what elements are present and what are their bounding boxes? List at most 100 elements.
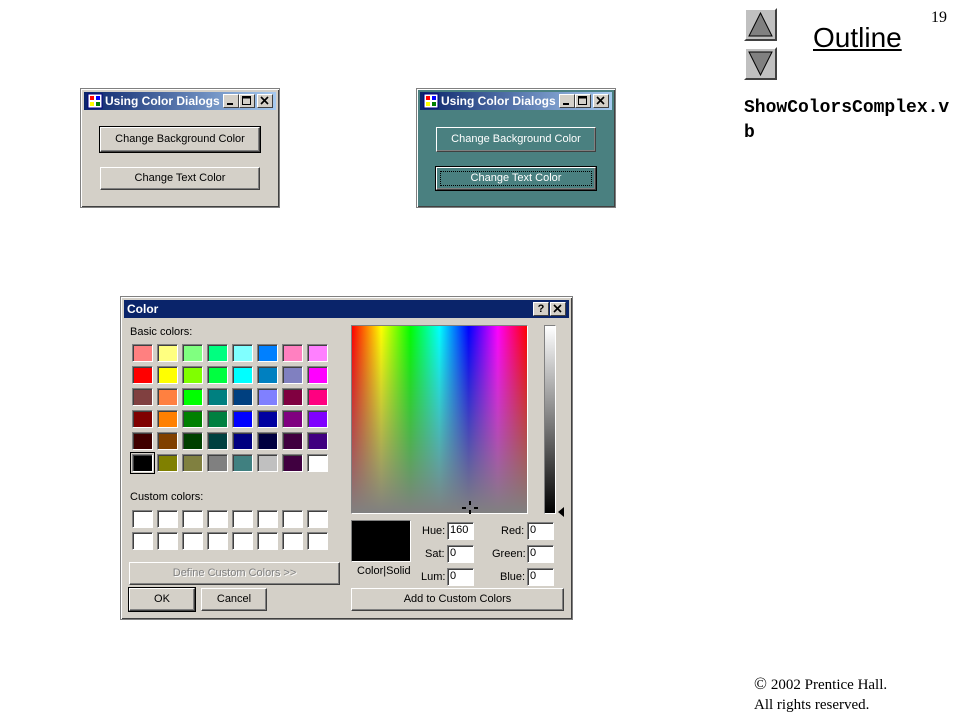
- minimize-button[interactable]: [223, 94, 239, 108]
- window-titlebar[interactable]: Using Color Dialogs: [420, 92, 612, 110]
- basic-color-swatch[interactable]: [307, 432, 328, 450]
- custom-color-swatch[interactable]: [157, 532, 178, 550]
- basic-color-swatch[interactable]: [157, 454, 178, 472]
- basic-color-swatch[interactable]: [157, 410, 178, 428]
- basic-color-swatch[interactable]: [207, 388, 228, 406]
- close-icon: [260, 96, 269, 105]
- custom-color-swatch[interactable]: [207, 510, 228, 528]
- hue-input[interactable]: 160: [447, 522, 474, 540]
- basic-color-swatch[interactable]: [232, 366, 253, 384]
- red-input[interactable]: 0: [527, 522, 554, 540]
- basic-color-swatch[interactable]: [232, 432, 253, 450]
- custom-color-swatch[interactable]: [307, 532, 328, 550]
- green-input[interactable]: 0: [527, 545, 554, 563]
- close-button[interactable]: [593, 94, 609, 108]
- basic-color-swatch[interactable]: [257, 410, 278, 428]
- basic-color-swatch[interactable]: [157, 432, 178, 450]
- basic-color-swatch[interactable]: [157, 344, 178, 362]
- basic-color-swatch[interactable]: [132, 344, 153, 362]
- next-slide-button[interactable]: [744, 47, 777, 80]
- basic-color-swatch[interactable]: [257, 366, 278, 384]
- close-button[interactable]: [257, 94, 273, 108]
- basic-color-swatch[interactable]: [182, 344, 203, 362]
- previous-slide-button[interactable]: [744, 8, 777, 41]
- basic-color-swatch[interactable]: [257, 454, 278, 472]
- color-spectrum[interactable]: [351, 325, 528, 514]
- custom-color-swatch[interactable]: [232, 532, 253, 550]
- define-custom-colors-button[interactable]: Define Custom Colors >>: [129, 562, 340, 585]
- blue-input[interactable]: 0: [527, 568, 554, 586]
- basic-color-swatch[interactable]: [257, 344, 278, 362]
- ok-button[interactable]: OK: [128, 587, 196, 612]
- basic-color-swatch[interactable]: [307, 454, 328, 472]
- custom-color-swatch[interactable]: [307, 510, 328, 528]
- luminance-bar[interactable]: [544, 325, 556, 514]
- custom-color-swatch[interactable]: [207, 532, 228, 550]
- add-to-custom-colors-button[interactable]: Add to Custom Colors: [351, 588, 564, 611]
- basic-color-swatch[interactable]: [307, 388, 328, 406]
- basic-color-swatch[interactable]: [132, 388, 153, 406]
- basic-color-swatch[interactable]: [282, 366, 303, 384]
- change-text-color-label: Change Text Color: [134, 172, 226, 184]
- basic-color-swatch[interactable]: [207, 410, 228, 428]
- basic-color-swatch[interactable]: [232, 410, 253, 428]
- custom-color-swatch[interactable]: [257, 510, 278, 528]
- application-icon: [87, 93, 103, 109]
- basic-color-swatch[interactable]: [282, 388, 303, 406]
- basic-color-swatch[interactable]: [232, 454, 253, 472]
- basic-color-swatch[interactable]: [257, 432, 278, 450]
- basic-color-swatch[interactable]: [182, 410, 203, 428]
- basic-color-swatch[interactable]: [182, 366, 203, 384]
- basic-color-swatch[interactable]: [307, 344, 328, 362]
- basic-color-swatch[interactable]: [282, 344, 303, 362]
- color-dialog-titlebar[interactable]: Color ?: [124, 300, 569, 318]
- basic-color-swatch[interactable]: [130, 452, 155, 474]
- basic-color-swatch[interactable]: [207, 454, 228, 472]
- basic-color-swatch[interactable]: [132, 410, 153, 428]
- custom-color-swatch[interactable]: [157, 510, 178, 528]
- basic-color-swatch[interactable]: [307, 410, 328, 428]
- custom-color-swatch[interactable]: [132, 510, 153, 528]
- basic-color-swatch[interactable]: [282, 432, 303, 450]
- custom-color-swatch[interactable]: [282, 532, 303, 550]
- basic-color-swatch[interactable]: [307, 366, 328, 384]
- change-background-color-button[interactable]: Change Background Color: [99, 126, 261, 153]
- basic-color-swatch[interactable]: [182, 454, 203, 472]
- custom-color-swatch[interactable]: [182, 532, 203, 550]
- triangle-up-icon: [748, 11, 773, 37]
- basic-color-swatch[interactable]: [232, 388, 253, 406]
- custom-color-swatch[interactable]: [132, 532, 153, 550]
- cancel-button[interactable]: Cancel: [201, 588, 267, 611]
- basic-color-swatch[interactable]: [182, 432, 203, 450]
- basic-color-swatch[interactable]: [157, 366, 178, 384]
- custom-color-swatch[interactable]: [182, 510, 203, 528]
- maximize-button[interactable]: [239, 94, 255, 108]
- basic-color-swatch[interactable]: [232, 344, 253, 362]
- window-titlebar[interactable]: Using Color Dialogs: [84, 92, 276, 110]
- basic-color-swatch[interactable]: [182, 388, 203, 406]
- custom-color-swatch[interactable]: [232, 510, 253, 528]
- help-button[interactable]: ?: [533, 302, 549, 316]
- luminance-arrow-icon[interactable]: [557, 507, 565, 517]
- minimize-button[interactable]: [559, 94, 575, 108]
- change-background-color-button[interactable]: Change Background Color: [436, 127, 596, 152]
- basic-color-swatch[interactable]: [282, 454, 303, 472]
- custom-color-swatch[interactable]: [257, 532, 278, 550]
- basic-color-swatch[interactable]: [132, 366, 153, 384]
- change-text-color-button[interactable]: Change Text Color: [435, 166, 597, 191]
- basic-color-swatch[interactable]: [257, 388, 278, 406]
- maximize-button[interactable]: [575, 94, 591, 108]
- basic-color-swatch[interactable]: [207, 366, 228, 384]
- lum-input[interactable]: 0: [447, 568, 474, 586]
- sat-input[interactable]: 0: [447, 545, 474, 563]
- basic-color-swatch[interactable]: [207, 344, 228, 362]
- close-button[interactable]: [550, 302, 566, 316]
- basic-color-swatch[interactable]: [132, 432, 153, 450]
- basic-color-swatch[interactable]: [207, 432, 228, 450]
- basic-color-swatch[interactable]: [282, 410, 303, 428]
- change-text-color-button[interactable]: Change Text Color: [100, 167, 260, 190]
- custom-color-swatch[interactable]: [282, 510, 303, 528]
- outline-link[interactable]: Outline: [813, 22, 902, 54]
- spectrum-fill: [352, 326, 527, 513]
- basic-color-swatch[interactable]: [157, 388, 178, 406]
